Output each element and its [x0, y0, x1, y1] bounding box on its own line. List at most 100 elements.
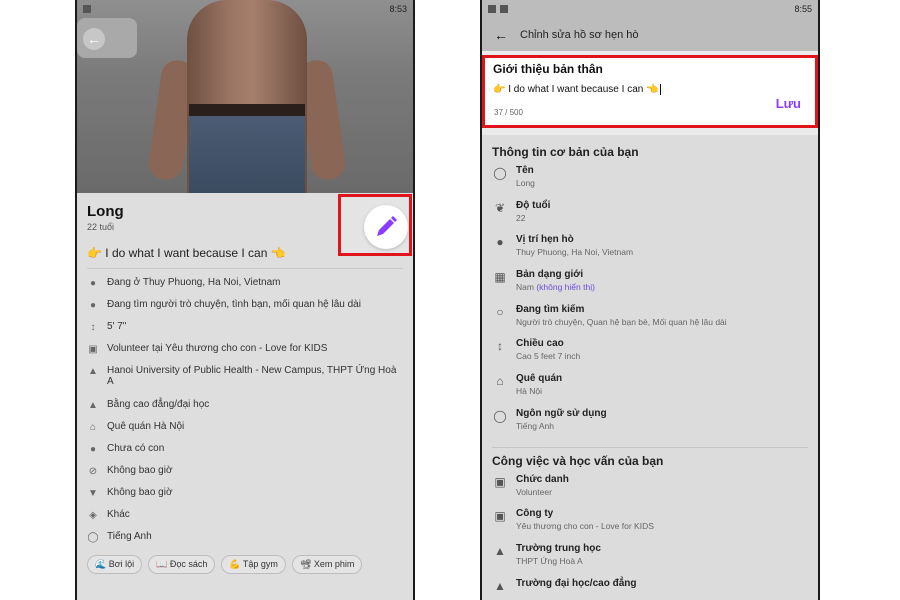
back-icon[interactable]: ← — [83, 28, 105, 50]
field-label: Công ty — [516, 508, 554, 520]
field-label: Quê quán — [516, 373, 563, 385]
home-icon: ⌂ — [496, 374, 504, 389]
field-value: 22 — [516, 212, 526, 223]
graduation-cap-icon: ▲ — [88, 366, 98, 377]
field-value: THPT Ứng Hoà A — [516, 555, 583, 566]
info-row-religion: ◈ Khác — [87, 505, 403, 527]
field-age[interactable]: ❦ Độ tuổi 22 — [492, 200, 808, 235]
field-language[interactable]: ◯ Ngôn ngữ sử dụng Tiếng Anh — [492, 408, 808, 443]
field-value: Yêu thương cho con - Love for KIDS — [516, 521, 654, 532]
info-text: Không bao giờ — [107, 465, 173, 476]
field-value: Hà Nội — [516, 386, 542, 397]
field-value: Long — [516, 178, 535, 188]
header-title: Chỉnh sửa hồ sơ hẹn hò — [520, 28, 639, 41]
section-title-work: Công việc và học vấn của bạn — [492, 453, 664, 468]
intro-edit-box: Giới thiệu bản thân 👉 I do what I want b… — [482, 55, 818, 128]
field-label: Trường đại học/cao đẳng — [516, 577, 637, 589]
info-row-looking-for: ● Đang tìm người trò chuyện, tình bạn, mố… — [87, 295, 403, 317]
info-text: Volunteer tại Yêu thương cho con - Love … — [107, 343, 328, 354]
field-value: Tiếng Anh — [516, 420, 554, 431]
phone-screen-edit: 8:55 ← Chỉnh sửa hồ sơ hẹn hò Giới thiệu… — [480, 0, 820, 600]
info-row-language: ◯ Tiếng Anh — [87, 527, 403, 549]
edit-highlight-box — [338, 194, 412, 256]
field-company[interactable]: ▣ Công ty Yêu thương cho con - Love for KI… — [492, 508, 808, 543]
text-cursor: ​ — [659, 84, 661, 95]
info-row-children: ● Chưa có con — [87, 439, 403, 461]
info-row-drinking: ▼ Không bao giờ — [87, 483, 403, 505]
field-label: Đang tìm kiếm — [516, 303, 585, 315]
field-value: Người trò chuyện, Quan hệ bạn bè, Mối qu… — [516, 316, 727, 327]
field-label: Bản dạng giới — [516, 269, 584, 281]
graduation-cap-icon: ▲ — [494, 543, 506, 558]
gender-value: Nam — [516, 282, 534, 293]
status-time: 8:55 — [794, 4, 812, 14]
leaf-icon: ❦ — [494, 200, 506, 215]
field-location[interactable]: ● Vị trí hẹn hò Thuy Phuong, Ha Noi, Vietn… — [492, 234, 808, 269]
phone-screen-profile: ← 8:53 Long 22 tuổi 👉 I do what I want b… — [75, 0, 415, 600]
field-looking-for[interactable]: ○ Đang tìm kiếm Người trò chuyện, Quan hệ … — [492, 304, 808, 339]
chip-reading[interactable]: 📖 Đọc sách — [148, 555, 216, 574]
back-arrow-icon[interactable]: ← — [494, 27, 508, 43]
chip-swimming[interactable]: 🌊 Bơi lội — [87, 555, 143, 574]
edit-header: ← Chỉnh sửa hồ sơ hẹn hò — [482, 18, 818, 51]
field-gender[interactable]: ▦ Bản dạng giới Nam (không hiển thị) — [492, 269, 808, 304]
field-name[interactable]: ◯ Tên Long — [492, 165, 808, 200]
info-text: Hanoi University of Public Health - New … — [107, 365, 397, 387]
field-university[interactable]: ▲ Trường đại học/cao đẳng — [492, 578, 808, 600]
section-title-basic: Thông tin cơ bản của bạn — [492, 145, 639, 159]
cocktail-icon: ▼ — [88, 488, 98, 499]
profile-info-list: ● Đang ở Thuy Phuong, Ha Noi, Vietnam ● Đa… — [87, 273, 403, 549]
info-text: Tiếng Anh — [107, 531, 152, 542]
photo-jeans — [189, 116, 305, 193]
briefcase-icon: ▣ — [494, 474, 506, 489]
profile-photo[interactable]: ← — [77, 0, 413, 193]
field-value: Volunteer — [516, 486, 552, 497]
section-divider — [492, 446, 808, 448]
info-text: Bằng cao đẳng/đại học — [107, 399, 210, 410]
field-label: Chiều cao — [516, 338, 564, 350]
chip-gym[interactable]: 💪 Tập gym — [221, 555, 286, 574]
globe-icon: ◯ — [87, 532, 99, 543]
chat-bubbles-icon: ○ — [496, 304, 504, 319]
info-row-location: ● Đang ở Thuy Phuong, Ha Noi, Vietnam — [87, 273, 403, 295]
char-count: 37 / 500 — [494, 108, 523, 117]
interest-chips: 🌊 Bơi lội 📖 Đọc sách 💪 Tập gym 📽 Xem phi… — [87, 555, 403, 574]
height-icon: ↕ — [497, 339, 503, 354]
gender-icon: ▦ — [494, 270, 506, 285]
notification-icon — [500, 5, 508, 13]
chip-movies[interactable]: 📽 Xem phim — [291, 555, 363, 574]
notification-icon — [83, 5, 91, 13]
info-text: Khác — [107, 509, 130, 520]
location-pin-icon: ● — [496, 235, 504, 250]
location-pin-icon: ● — [89, 278, 97, 289]
field-label: Chức danh — [516, 473, 569, 485]
edit-profile-button[interactable] — [364, 205, 408, 249]
globe-icon: ◯ — [493, 408, 507, 423]
field-high-school[interactable]: ▲ Trường trung học THPT Ứng Hoà A — [492, 543, 808, 578]
height-icon: ↕ — [90, 322, 96, 333]
save-button[interactable]: Lưu — [776, 96, 801, 111]
field-height[interactable]: ↕ Chiều cao Cao 5 feet 7 inch — [492, 338, 808, 373]
info-row-work: ▣ Volunteer tại Yêu thương cho con - Love… — [87, 339, 403, 361]
gender-visibility: (không hiển thị) — [536, 282, 595, 293]
chat-bubbles-icon: ● — [89, 300, 97, 311]
field-value: Cao 5 feet 7 inch — [516, 351, 581, 362]
intro-title: Giới thiệu bản thân — [493, 62, 603, 76]
no-smoking-icon: ⊘ — [88, 466, 98, 477]
status-time: 8:53 — [389, 4, 407, 14]
status-bar: 8:55 — [482, 0, 818, 18]
field-label: Độ tuổi — [516, 199, 551, 211]
pencil-icon — [377, 216, 397, 236]
field-label: Ngôn ngữ sử dụng — [516, 407, 607, 419]
field-job-title[interactable]: ▣ Chức danh Volunteer — [492, 474, 808, 509]
person-icon: ◯ — [493, 166, 507, 180]
intro-textarea[interactable]: 👉 I do what I want because I can 👈​ — [493, 84, 807, 95]
field-value: Thuy Phuong, Ha Noi, Vietnam — [516, 247, 634, 258]
info-row-degree: ▲ Bằng cao đẳng/đại học — [87, 395, 403, 417]
prayer-icon: ◈ — [89, 510, 97, 521]
field-value: Nam (không hiển thị) — [516, 282, 595, 292]
field-hometown[interactable]: ⌂ Quê quán Hà Nội — [492, 373, 808, 408]
field-label: Trường trung học — [516, 542, 601, 554]
info-text: Đang tìm người trò chuyện, tình bạn, mối… — [107, 299, 361, 310]
info-text: Không bao giờ — [107, 487, 173, 498]
